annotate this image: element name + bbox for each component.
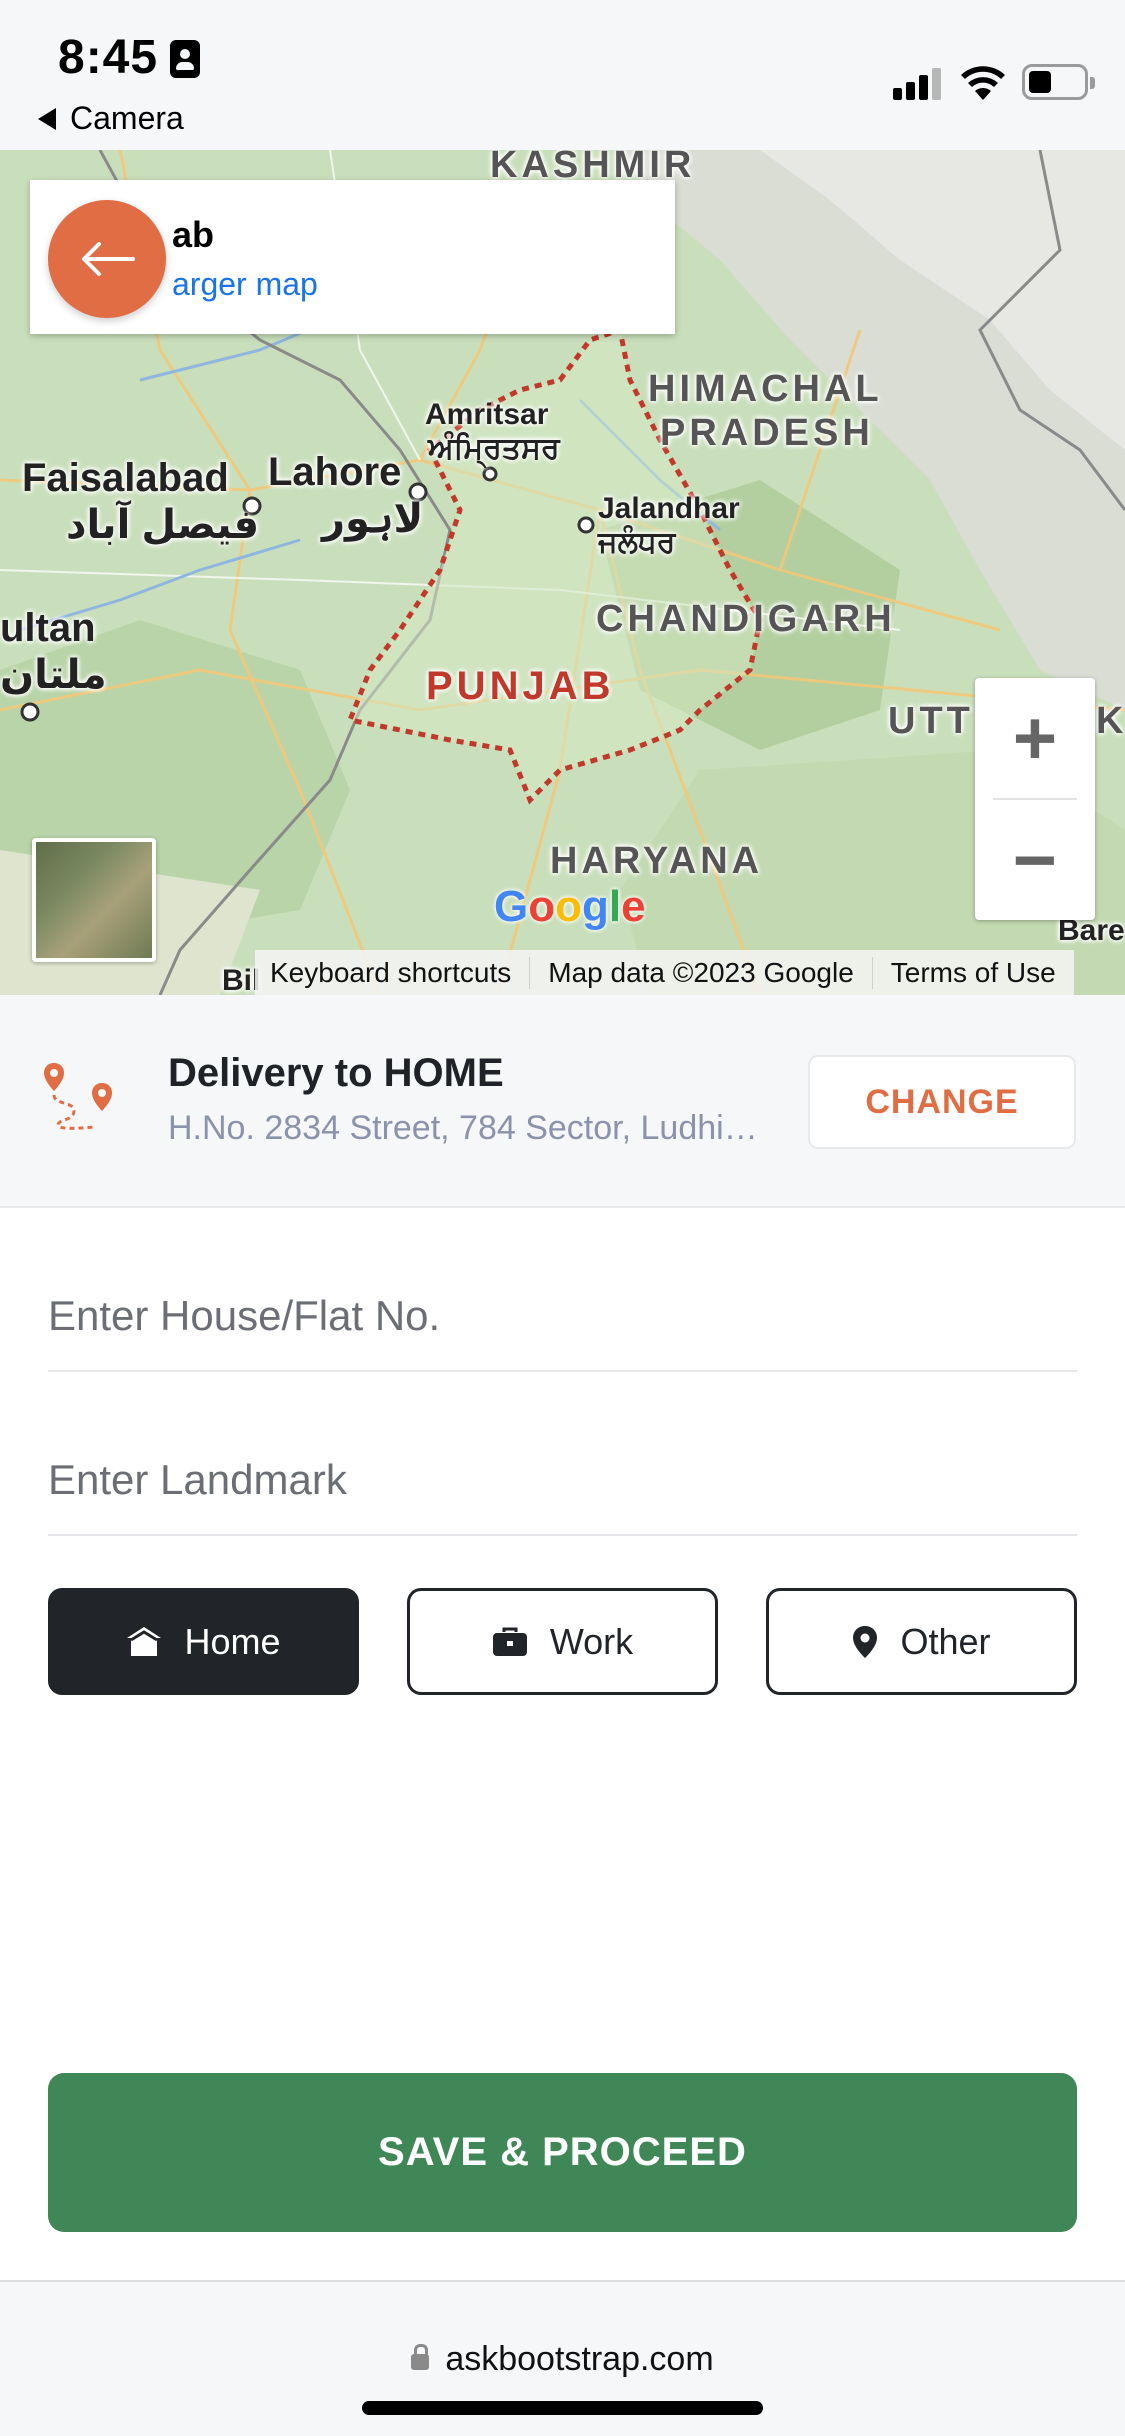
map-label-lahore-local: لاہور <box>322 497 424 541</box>
back-app-label: Camera <box>70 100 184 136</box>
map-label-faisalabad-local: فیصل آباد <box>66 503 260 547</box>
address-type-work-button[interactable]: Work <box>407 1588 718 1695</box>
satellite-toggle[interactable] <box>32 838 156 962</box>
map-label-jalandhar: Jalandhar <box>598 492 740 525</box>
delivery-address: H.No. 2834 Street, 784 Sector, Ludhiana,… <box>168 1109 758 1147</box>
contact-card-icon <box>170 40 200 78</box>
map-label-chandigarh: CHANDIGARH <box>596 598 896 640</box>
map-label-haryana: HARYANA <box>550 840 764 882</box>
landmark-input[interactable] <box>48 1456 1077 1504</box>
keyboard-shortcuts-link[interactable]: Keyboard shortcuts <box>255 957 529 989</box>
landmark-field[interactable] <box>48 1426 1077 1536</box>
change-address-button[interactable]: CHANGE <box>808 1055 1076 1149</box>
back-button[interactable] <box>48 200 166 318</box>
map-data-label: Map data ©2023 Google <box>529 956 872 989</box>
arrow-left-icon <box>82 242 135 276</box>
address-type-other-label: Other <box>900 1620 991 1662</box>
url-display[interactable]: askbootstrap.com <box>0 2340 1125 2379</box>
map-view[interactable]: KASHMIR HIMACHAL PRADESH Amritsar ਅੰਮ੍ਰਿ… <box>0 150 1125 995</box>
address-type-home-label: Home <box>184 1620 281 1662</box>
home-icon <box>126 1626 162 1658</box>
address-type-other-button[interactable]: Other <box>766 1588 1077 1695</box>
address-type-work-label: Work <box>549 1620 634 1662</box>
map-label-multan: ultan <box>0 606 96 650</box>
wifi-icon <box>961 66 1005 100</box>
map-label-himachal: HIMACHAL <box>648 368 883 410</box>
cellular-signal-icon <box>893 66 943 100</box>
lock-icon <box>411 2343 430 2370</box>
map-label-faisalabad: Faisalabad <box>22 456 229 500</box>
map-label-punjab: PUNJAB <box>426 664 615 708</box>
house-flat-input[interactable] <box>48 1292 1077 1340</box>
terms-of-use-link[interactable]: Terms of Use <box>871 956 1074 989</box>
status-bar: 8:45 Camera <box>0 0 1125 150</box>
address-type-home-button[interactable]: Home <box>48 1588 359 1695</box>
google-logo: Google <box>494 882 646 931</box>
back-triangle-icon <box>38 107 56 130</box>
house-flat-field[interactable] <box>48 1262 1077 1372</box>
battery-icon <box>1022 64 1095 100</box>
map-attribution: Keyboard shortcuts Map data ©2023 Google… <box>255 950 1074 995</box>
map-label-amritsar: Amritsar <box>425 398 549 431</box>
route-icon <box>44 1063 112 1130</box>
delivery-title: Delivery to HOME <box>168 1051 504 1095</box>
map-label-jalandhar-local: ਜਲੰਧਰ <box>598 526 676 559</box>
map-label-uttarakhand-end: KH <box>1096 700 1125 742</box>
map-zoom-control: + − <box>975 678 1095 920</box>
status-time: 8:45 <box>58 31 159 84</box>
back-to-app-link[interactable]: Camera <box>38 100 184 137</box>
delivery-summary: Delivery to HOME H.No. 2834 Street, 784 … <box>0 995 1125 1208</box>
map-label-uttarakhand: UTT <box>888 700 974 742</box>
zoom-in-button[interactable]: + <box>975 678 1095 798</box>
zoom-out-button[interactable]: − <box>975 800 1095 920</box>
map-label-amritsar-local: ਅੰਮ੍ਰਿਤਸਰ <box>428 432 560 465</box>
home-indicator[interactable] <box>362 2401 763 2415</box>
save-and-proceed-button[interactable]: SAVE & PROCEED <box>48 2073 1077 2232</box>
url-text: askbootstrap.com <box>445 2340 714 2378</box>
map-pin-icon <box>852 1625 878 1659</box>
map-label-pradesh: PRADESH <box>660 412 874 454</box>
map-label-multan-local: ملتان <box>0 653 107 697</box>
briefcase-icon <box>492 1626 528 1658</box>
map-label-lahore: Lahore <box>268 450 402 494</box>
map-info-title: ab <box>172 214 215 255</box>
view-larger-map-link[interactable]: arger map <box>172 266 318 303</box>
